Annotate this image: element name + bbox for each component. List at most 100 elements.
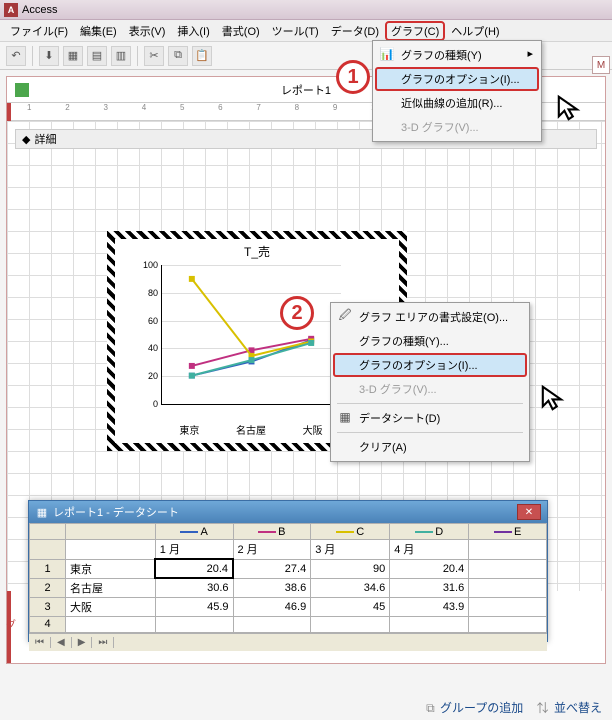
month-cell[interactable]: 2 月 <box>233 540 311 560</box>
col-header-d[interactable]: D <box>390 524 469 540</box>
cell[interactable] <box>469 597 547 616</box>
cell-active[interactable]: 20.4 <box>155 559 233 578</box>
row-header[interactable]: 4 <box>30 616 66 632</box>
nav-first-icon[interactable]: ⏮ <box>29 637 51 648</box>
col-header-e[interactable]: E <box>469 524 547 540</box>
nav-prev-icon[interactable]: ◀ <box>51 637 72 648</box>
datasheet-icon: ▦ <box>337 409 353 425</box>
col-header-a[interactable]: A <box>155 524 233 540</box>
ruler-tick: 1 <box>27 103 63 112</box>
ctx-clear[interactable]: クリア(A) <box>333 435 527 459</box>
tb-import[interactable]: ⬇ <box>39 46 59 66</box>
chart-categories: 東京 名古屋 大阪 <box>161 422 341 437</box>
cell[interactable]: 46.9 <box>233 597 311 616</box>
table-row: 3 大阪 45.9 46.9 45 43.9 <box>30 597 547 616</box>
cell[interactable]: 45 <box>311 597 390 616</box>
menu-file[interactable]: ファイル(F) <box>4 21 74 41</box>
cell[interactable]: 38.6 <box>233 578 311 597</box>
cell[interactable] <box>469 540 547 560</box>
row-header[interactable]: 3 <box>30 597 66 616</box>
ctx-datasheet[interactable]: ▦ データシート(D) <box>333 406 527 430</box>
cell[interactable] <box>390 616 469 632</box>
table-row: 4 <box>30 616 547 632</box>
menu-sep <box>337 403 523 404</box>
tb-cut[interactable]: ✂ <box>144 46 164 66</box>
chart-type-icon: 📊 <box>379 46 395 62</box>
cell[interactable]: 27.4 <box>233 559 311 578</box>
tb-sep <box>137 46 138 66</box>
nav-last-icon[interactable]: ⏭ <box>92 637 114 648</box>
menu-label: クリア(A) <box>359 442 407 454</box>
menubar: ファイル(F) 編集(E) 表示(V) 挿入(I) 書式(O) ツール(T) デ… <box>0 20 612 42</box>
menu-help[interactable]: ヘルプ(H) <box>445 21 505 41</box>
tb-copy[interactable]: ⧉ <box>168 46 188 66</box>
ctx-graph-type[interactable]: グラフの種類(Y)... <box>333 329 527 353</box>
tb-undo[interactable]: ↶ <box>6 46 26 66</box>
ruler-tick: 7 <box>256 103 292 112</box>
app-name: Access <box>22 4 57 16</box>
ctx-graph-options[interactable]: グラフのオプション(I)... <box>333 353 527 377</box>
cell[interactable]: 90 <box>311 559 390 578</box>
side-tab-button[interactable]: M <box>592 56 610 74</box>
close-button[interactable]: ✕ <box>517 504 541 520</box>
col-header-c[interactable]: C <box>311 524 390 540</box>
menu-graph-type[interactable]: 📊 グラフの種類(Y) ▸ <box>375 43 539 67</box>
cell[interactable]: 31.6 <box>390 578 469 597</box>
month-cell[interactable]: 3 月 <box>311 540 390 560</box>
row-header[interactable] <box>30 540 66 560</box>
tb-bycol[interactable]: ▥ <box>111 46 131 66</box>
tb-sep <box>32 46 33 66</box>
month-cell[interactable]: 1 月 <box>155 540 233 560</box>
row-label[interactable]: 名古屋 <box>66 578 156 597</box>
month-cell-empty[interactable] <box>66 540 156 560</box>
row-header[interactable]: 2 <box>30 578 66 597</box>
sort-link[interactable]: 並べ替え <box>554 701 602 715</box>
table-row: 2 名古屋 30.6 38.6 34.6 31.6 <box>30 578 547 597</box>
menu-data[interactable]: データ(D) <box>325 21 385 41</box>
menu-insert[interactable]: 挿入(I) <box>171 21 215 41</box>
cell[interactable] <box>155 616 233 632</box>
nav-next-icon[interactable]: ▶ <box>72 637 93 648</box>
col-header-label[interactable] <box>66 524 156 540</box>
datasheet-grid[interactable]: A B C D E 1 月 2 月 3 月 4 月 1 東京 20.4 27.4 <box>29 523 547 633</box>
cell[interactable]: 34.6 <box>311 578 390 597</box>
tb-datasheet-icon[interactable]: ▦ <box>63 46 83 66</box>
menu-edit[interactable]: 編集(E) <box>74 21 123 41</box>
cursor-icon <box>540 384 568 412</box>
menu-format[interactable]: 書式(O) <box>216 21 266 41</box>
menu-view[interactable]: 表示(V) <box>123 21 172 41</box>
menu-graph[interactable]: グラフ(C) <box>385 21 445 41</box>
menu-label: グラフの種類(Y)... <box>359 336 449 348</box>
datasheet-titlebar[interactable]: ▦レポート1 - データシート ✕ <box>29 501 547 523</box>
menu-label: 近似曲線の追加(R)... <box>401 98 502 110</box>
cell[interactable] <box>469 616 547 632</box>
menu-trendline[interactable]: 近似曲線の追加(R)... <box>375 91 539 115</box>
col-letter: A <box>200 526 207 538</box>
cell[interactable]: 20.4 <box>390 559 469 578</box>
col-header-b[interactable]: B <box>233 524 311 540</box>
row-header[interactable]: 1 <box>30 559 66 578</box>
cell[interactable]: 30.6 <box>155 578 233 597</box>
cell[interactable]: 43.9 <box>390 597 469 616</box>
tb-byrow[interactable]: ▤ <box>87 46 107 66</box>
datasheet-window[interactable]: ▦レポート1 - データシート ✕ A B C D E 1 月 2 月 3 月 … <box>28 500 548 642</box>
cell[interactable] <box>233 616 311 632</box>
ruler-tick: 3 <box>103 103 139 112</box>
row-label[interactable] <box>66 616 156 632</box>
row-label[interactable]: 東京 <box>66 559 156 578</box>
row-label[interactable]: 大阪 <box>66 597 156 616</box>
cat-label: 名古屋 <box>236 422 266 437</box>
add-group-link[interactable]: グループの追加 <box>440 701 523 715</box>
cell[interactable]: 45.9 <box>155 597 233 616</box>
tb-paste[interactable]: 📋 <box>192 46 212 66</box>
ctx-format-area[interactable]: 🖉 グラフ エリアの書式設定(O)... <box>333 305 527 329</box>
cell[interactable] <box>469 578 547 597</box>
group-add-icon: ⧉ <box>426 701 435 715</box>
ruler-tick: 4 <box>142 103 178 112</box>
cell[interactable] <box>311 616 390 632</box>
menu-tools[interactable]: ツール(T) <box>266 21 325 41</box>
month-cell[interactable]: 4 月 <box>390 540 469 560</box>
menu-graph-options[interactable]: グラフのオプション(I)... <box>375 67 539 91</box>
footer-links: ⧉ グループの追加 ⇅ 並べ替え <box>426 699 602 716</box>
cell[interactable] <box>469 559 547 578</box>
